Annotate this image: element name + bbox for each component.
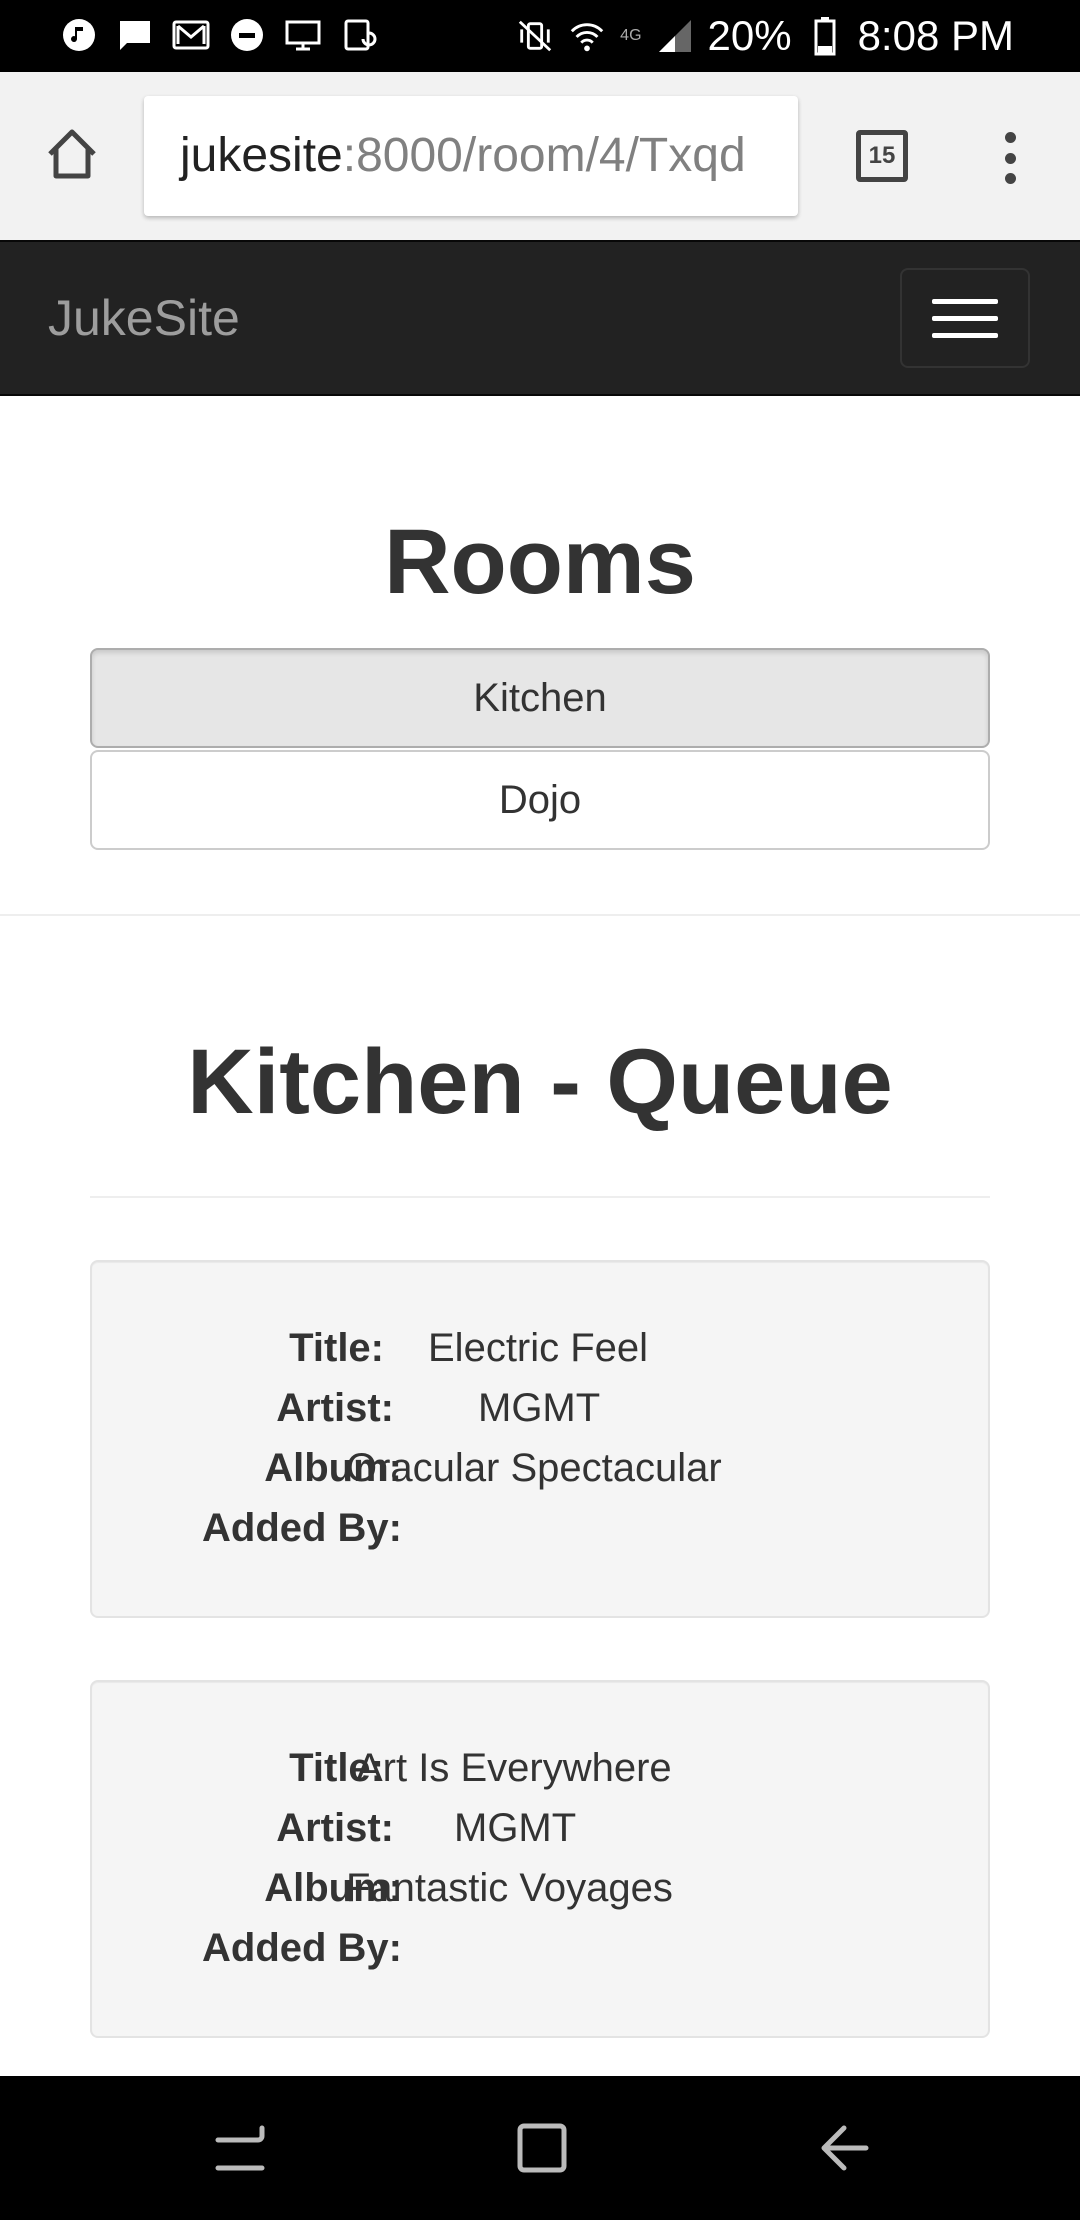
song-card: Title: Electric Feel Artist: MGMT Album:… <box>90 1260 990 1618</box>
hamburger-bar <box>932 298 998 304</box>
song-artist-row: Artist: MGMT <box>92 1378 988 1438</box>
gmail-icon <box>172 16 210 54</box>
hamburger-bar <box>932 332 998 338</box>
message-icon <box>116 16 154 54</box>
wifi-icon <box>568 17 606 55</box>
url-bar[interactable]: jukesite:8000/room/4/Txqd <box>144 96 798 216</box>
menu-dot <box>1004 152 1016 164</box>
artist-label: Artist: <box>276 1806 394 1850</box>
system-nav-bar <box>0 2076 1080 2220</box>
site-navbar: JukeSite <box>0 240 1080 396</box>
uber-icon <box>228 16 266 54</box>
song-album: Fantastic Voyages <box>346 1866 673 1910</box>
song-album: Oracular Spectacular <box>346 1446 722 1490</box>
song-title-row: Title: Art Is Everywhere <box>92 1738 988 1798</box>
song-artist-row: Artist: MGMT <box>92 1798 988 1858</box>
recents-icon[interactable] <box>204 2112 276 2184</box>
mute-vibrate-icon <box>516 17 554 55</box>
brand-link[interactable]: JukeSite <box>48 242 240 394</box>
room-button-dojo[interactable]: Dojo <box>90 750 990 850</box>
music-app-icon <box>60 16 98 54</box>
song-card: Title: Art Is Everywhere Artist: MGMT Al… <box>90 1680 990 2038</box>
song-artist: MGMT <box>454 1806 577 1850</box>
hamburger-icon[interactable] <box>900 268 1030 368</box>
song-title: Art Is Everywhere <box>356 1746 672 1790</box>
back-icon[interactable] <box>808 2112 880 2184</box>
url-host: jukesite <box>180 129 343 182</box>
signal-icon <box>656 17 694 55</box>
added-by-label: Added By: <box>202 1926 402 1970</box>
artist-label: Artist: <box>276 1386 394 1430</box>
song-artist: MGMT <box>478 1386 601 1430</box>
battery-percent: 20% <box>707 12 792 59</box>
network-type: 4G <box>620 27 642 44</box>
home-icon[interactable] <box>38 120 106 188</box>
status-bar: 4G 20% 8:08 PM <box>0 0 1080 72</box>
room-button-kitchen[interactable]: Kitchen <box>90 648 990 748</box>
song-added-by-row: Added By: <box>92 1498 988 1558</box>
song-album-row: Album: Fantastic Voyages <box>92 1858 988 1918</box>
tab-count: 15 <box>868 142 896 169</box>
rooms-heading: Rooms <box>384 511 696 613</box>
song-title: Electric Feel <box>428 1326 649 1370</box>
update-icon <box>340 16 378 54</box>
hamburger-bar <box>932 315 998 321</box>
song-album-row: Album: Oracular Spectacular <box>92 1438 988 1498</box>
url-path: :8000/room/4/Txqd <box>342 129 746 182</box>
url-text: jukesite:8000/room/4/Txqd <box>180 96 746 216</box>
home-square-icon[interactable] <box>506 2112 578 2184</box>
clock: 8:08 PM <box>857 12 1014 59</box>
more-vert-icon[interactable] <box>986 128 1034 188</box>
section-divider <box>0 914 1080 916</box>
added-by-label: Added By: <box>202 1506 402 1550</box>
browser-toolbar: jukesite:8000/room/4/Txqd 15 <box>0 72 1080 240</box>
system-status: 4G 20% 8:08 PM <box>516 0 1014 72</box>
menu-dot <box>1004 173 1016 184</box>
menu-dot <box>1004 132 1016 143</box>
queue-heading: Kitchen - Queue <box>187 1031 893 1133</box>
tabs-icon[interactable]: 15 <box>856 130 908 182</box>
song-title-row: Title: Electric Feel <box>92 1318 988 1378</box>
title-label: Title: <box>289 1326 384 1370</box>
queue-divider <box>90 1196 990 1198</box>
notification-icons <box>60 16 378 54</box>
screen-icon <box>284 16 322 54</box>
song-added-by-row: Added By: <box>92 1918 988 1978</box>
battery-icon <box>806 17 844 56</box>
